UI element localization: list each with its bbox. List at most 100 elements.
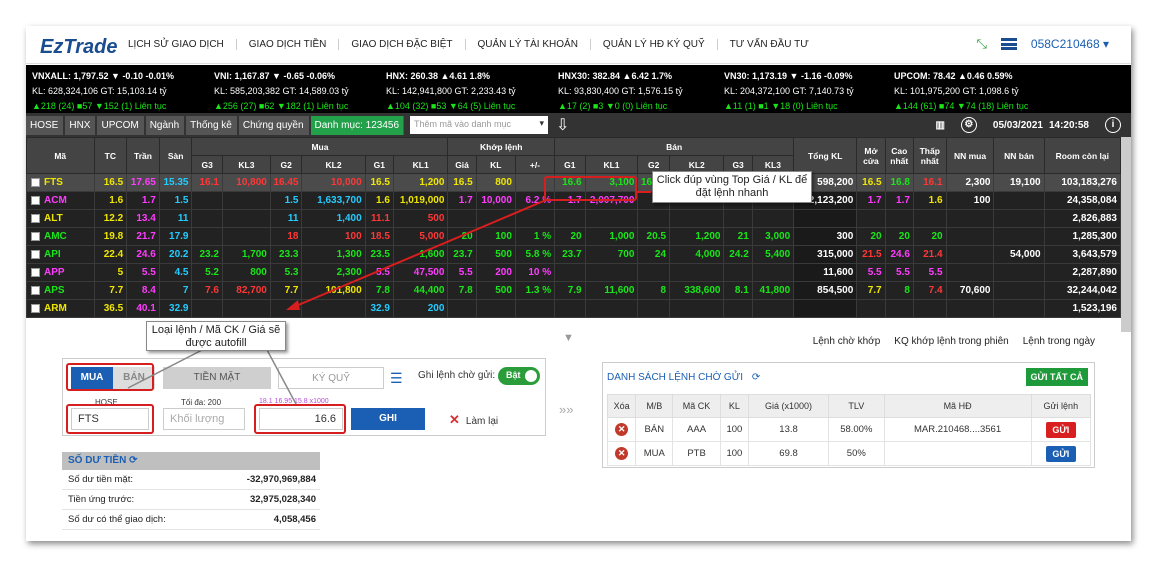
link-pending[interactable]: Lệnh chờ khớp <box>813 336 881 347</box>
cell[interactable]: 1 % <box>514 227 556 246</box>
cell[interactable]: 1,000 <box>584 227 639 246</box>
cell[interactable] <box>637 263 671 282</box>
link-today[interactable]: Lệnh trong ngày <box>1023 336 1095 347</box>
watchlist-select[interactable]: Thêm mã vào danh mục <box>410 116 549 134</box>
cell[interactable]: 1,019,000 <box>392 191 449 210</box>
cell[interactable]: 101,800 <box>301 281 366 300</box>
cell[interactable] <box>637 209 671 228</box>
cell[interactable]: 23.7 <box>554 245 586 264</box>
margin-tab[interactable]: KÝ QUỸ <box>278 367 384 389</box>
chart-icon[interactable]: ▥ <box>935 120 944 131</box>
cell[interactable]: 5.5 <box>364 263 394 282</box>
cell[interactable] <box>751 263 795 282</box>
cell[interactable] <box>751 209 795 228</box>
cell[interactable]: 7.8 <box>364 281 394 300</box>
cell[interactable] <box>514 299 556 318</box>
menu-item[interactable]: LỊCH SỬ GIAO DỊCH <box>116 39 237 50</box>
cell[interactable]: 23.3 <box>269 245 303 264</box>
cell[interactable]: 1.5 <box>269 191 303 210</box>
cell[interactable]: 23.5 <box>364 245 394 264</box>
cell[interactable]: 11,600 <box>584 281 639 300</box>
menu-item[interactable]: TƯ VẤN ĐẦU TƯ <box>718 39 821 50</box>
cell[interactable]: 4,000 <box>669 245 725 264</box>
cell[interactable] <box>301 299 366 318</box>
cell[interactable] <box>191 209 223 228</box>
cell[interactable]: 82,700 <box>221 281 271 300</box>
cell[interactable]: 338,600 <box>669 281 725 300</box>
tab-hnx[interactable]: HNX <box>65 115 96 135</box>
cell[interactable]: 800 <box>221 263 271 282</box>
cell[interactable] <box>751 299 795 318</box>
symbol-cell[interactable]: ALT <box>26 209 95 228</box>
tab-chungquyen[interactable]: Chứng quyền <box>238 115 309 135</box>
cell[interactable] <box>221 299 271 318</box>
cell[interactable]: 1,600 <box>392 245 449 264</box>
table-row[interactable]: APP 5 5.5 4.5 5.2 800 5.3 2,300 5.5 47,500 5.5 200 1… <box>26 263 1122 282</box>
cell[interactable] <box>554 209 586 228</box>
tab-nganh[interactable]: Ngành <box>145 115 185 135</box>
row-checkbox[interactable] <box>31 249 40 259</box>
table-row[interactable]: API 22.4 24.6 20.2 23.2 1,700 23.3 1,300 23.5 1,6… <box>26 245 1122 264</box>
cell[interactable]: 1.3 % <box>514 281 556 300</box>
cell[interactable]: 23.2 <box>191 245 223 264</box>
cell[interactable]: 1,700 <box>221 245 271 264</box>
cell[interactable]: 200 <box>475 263 516 282</box>
cell[interactable] <box>221 209 271 228</box>
cell[interactable]: 200 <box>392 299 449 318</box>
delete-icon[interactable]: ✕ <box>615 447 629 460</box>
delete-icon[interactable]: ✕ <box>615 423 629 436</box>
cell[interactable]: 41,800 <box>751 281 795 300</box>
cell[interactable]: 1,200 <box>392 173 449 192</box>
cell[interactable]: 16.5 <box>447 173 477 192</box>
refresh-icon[interactable]: ⟳ <box>752 372 760 383</box>
cell[interactable]: 1.7 <box>447 191 477 210</box>
menu-item[interactable]: GIAO DỊCH ĐẶC BIỆT <box>339 39 466 50</box>
cell[interactable]: 10,000 <box>475 191 516 210</box>
cell[interactable]: 24.2 <box>723 245 753 264</box>
send-all-button[interactable]: GỬI TẤT CẢ <box>1025 368 1088 386</box>
cell[interactable] <box>447 299 477 318</box>
cell[interactable]: 5.8 % <box>514 245 556 264</box>
cell[interactable]: 500 <box>392 209 449 228</box>
board-scrollbar[interactable] <box>1121 137 1131 332</box>
cell[interactable]: 44,400 <box>392 281 449 300</box>
cell[interactable] <box>221 191 271 210</box>
cell[interactable]: 5,400 <box>751 245 795 264</box>
cell[interactable]: 100 <box>475 227 516 246</box>
cell[interactable] <box>669 209 725 228</box>
cell[interactable]: 5,000 <box>392 227 449 246</box>
reset-button[interactable]: ✕ Làm lại <box>449 412 498 428</box>
menu-item[interactable]: QUẢN LÝ TÀI KHOẢN <box>466 39 591 50</box>
tab-upcom[interactable]: UPCOM <box>97 115 144 135</box>
cell[interactable] <box>191 191 223 210</box>
row-checkbox[interactable] <box>31 177 40 187</box>
tab-danhmuc[interactable]: Danh mục: 123456 <box>310 115 405 135</box>
symbol-cell[interactable]: APP <box>26 263 95 282</box>
cell[interactable]: 5.3 <box>269 263 303 282</box>
cell[interactable] <box>475 299 516 318</box>
cell[interactable] <box>669 299 725 318</box>
cell[interactable]: 7.6 <box>191 281 223 300</box>
cell[interactable]: 16.5 <box>364 173 394 192</box>
cell[interactable] <box>584 299 639 318</box>
cell[interactable]: 20.5 <box>637 227 671 246</box>
cell[interactable]: 11.1 <box>364 209 394 228</box>
ghi-button[interactable]: GHI <box>351 408 425 430</box>
list-icon[interactable]: ☰ <box>390 370 403 387</box>
table-row[interactable]: APS 7.7 8.4 7 7.6 82,700 7.7 101,800 7.8 44,400 7.… <box>26 281 1122 300</box>
cell[interactable] <box>475 209 516 228</box>
cell[interactable]: 32.9 <box>364 299 394 318</box>
cell[interactable] <box>723 209 753 228</box>
row-checkbox[interactable] <box>31 303 40 313</box>
link-matched[interactable]: KQ khớp lệnh trong phiên <box>894 336 1008 347</box>
menu-item[interactable]: QUẢN LÝ HĐ KÝ QUỸ <box>591 39 718 50</box>
cell[interactable] <box>191 299 223 318</box>
refresh-icon[interactable]: ⟳ <box>129 455 137 466</box>
cell[interactable]: 8 <box>637 281 671 300</box>
cell[interactable] <box>514 209 556 228</box>
symbol-cell[interactable]: ARM <box>26 299 95 318</box>
cell[interactable]: 7.8 <box>447 281 477 300</box>
row-checkbox[interactable] <box>31 285 40 295</box>
hamburger-icon[interactable] <box>1000 38 1017 50</box>
cell[interactable]: 5.5 <box>447 263 477 282</box>
